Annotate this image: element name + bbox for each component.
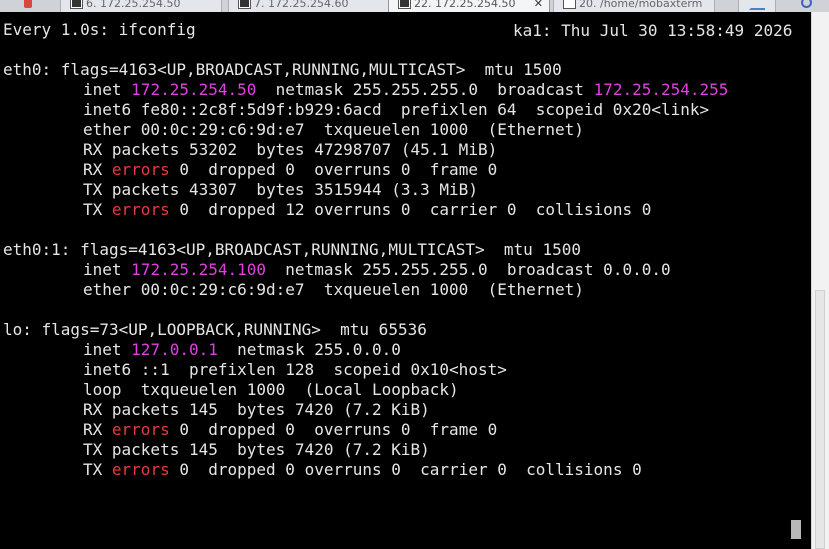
- errors-word: errors: [111, 200, 170, 219]
- eth0-broadcast-address: 172.25.254.255: [593, 80, 729, 99]
- eth0-inet6-line: inet6 fe80::2c8f:5d9f:b929:6acd prefixle…: [83, 100, 710, 119]
- rx-prefix: RX: [83, 160, 112, 179]
- lo-netmask: netmask 255.0.0.0: [217, 340, 401, 359]
- lo-inet6-line: inet6 ::1 prefixlen 128 scopeid 0x10<hos…: [83, 360, 507, 379]
- tab-label: 20. /home/mobaxterm: [579, 0, 703, 10]
- tx-error-counts: 0 dropped 12 overruns 0 carrier 0 collis…: [169, 200, 652, 219]
- eth0-ether-line: ether 00:0c:29:c6:9d:e7 txqueuelen 1000 …: [83, 120, 584, 139]
- terminal-icon: [399, 0, 410, 8]
- lo-inet-line: inet 127.0.0.1 netmask 255.0.0.0: [83, 340, 401, 360]
- errors-word: errors: [111, 460, 170, 479]
- errors-word: errors: [111, 420, 170, 439]
- rx-prefix: RX: [83, 420, 112, 439]
- eth0-inet-address: 172.25.254.50: [131, 80, 257, 99]
- rx-error-counts: 0 dropped 0 overruns 0 frame 0: [169, 420, 498, 439]
- eth0-1-ether-line: ether 00:0c:29:c6:9d:e7 txqueuelen 1000 …: [83, 280, 584, 299]
- inet-keyword: inet: [83, 80, 132, 99]
- close-tab-icon[interactable]: ✕: [534, 0, 543, 12]
- eth0-tx-packets-line: TX packets 43307 bytes 3515944 (3.3 MiB): [83, 180, 478, 199]
- eth0-rx-errors-line: RX errors 0 dropped 0 overruns 0 frame 0: [83, 160, 497, 180]
- settings-icon[interactable]: [801, 0, 812, 8]
- eth0-1-inet-line: inet 172.25.254.100 netmask 255.255.255.…: [83, 260, 671, 280]
- terminal-icon: [564, 0, 575, 8]
- errors-word: errors: [111, 160, 170, 179]
- eth0-inet-line: inet 172.25.254.50 netmask 255.255.255.0…: [83, 80, 728, 100]
- lo-rx-errors-line: RX errors 0 dropped 0 overruns 0 frame 0: [83, 420, 497, 440]
- eth0-1-netmask: netmask 255.255.255.0 broadcast 0.0.0.0: [266, 260, 671, 279]
- eth0-netmask: netmask 255.255.255.0 broadcast: [256, 80, 594, 99]
- tab-label: 7. 172.25.254.60: [254, 0, 349, 10]
- eth0-1-flags-line: eth0:1: flags=4163<UP,BROADCAST,RUNNING,…: [3, 240, 581, 259]
- eth0-flags-line: eth0: flags=4163<UP,BROADCAST,RUNNING,MU…: [3, 60, 562, 79]
- rx-error-counts: 0 dropped 0 overruns 0 frame 0: [169, 160, 498, 179]
- terminal-icon: [71, 0, 82, 8]
- lo-flags-line: lo: flags=73<UP,LOOPBACK,RUNNING> mtu 65…: [3, 320, 427, 339]
- lo-rx-packets-line: RX packets 145 bytes 7420 (7.2 KiB): [83, 400, 430, 419]
- tx-prefix: TX: [83, 200, 112, 219]
- tx-error-counts: 0 dropped 0 overruns 0 carrier 0 collisi…: [169, 460, 642, 479]
- lo-tx-packets-line: TX packets 145 bytes 7420 (7.2 KiB): [83, 440, 430, 459]
- tab-label: 22. 172.25.254.50: [414, 0, 516, 10]
- scrollbar-thumb[interactable]: [815, 290, 825, 549]
- lo-loop-line: loop txqueuelen 1000 (Local Loopback): [83, 380, 459, 399]
- tx-prefix: TX: [83, 460, 112, 479]
- terminal-icon: [239, 0, 250, 8]
- watch-host-time: ka1: Thu Jul 30 13:58:49 2026: [513, 21, 793, 40]
- tab-label: 6. 172.25.254.50: [86, 0, 181, 10]
- eth0-tx-errors-line: TX errors 0 dropped 12 overruns 0 carrie…: [83, 200, 651, 220]
- lo-tx-errors-line: TX errors 0 dropped 0 overruns 0 carrier…: [83, 460, 642, 480]
- inet-keyword: inet: [83, 260, 132, 279]
- lo-inet-address: 127.0.0.1: [131, 340, 218, 359]
- eth0-1-inet-address: 172.25.254.100: [131, 260, 267, 279]
- terminal-cursor: [791, 520, 801, 539]
- inet-keyword: inet: [83, 340, 132, 359]
- watch-header: Every 1.0s: ifconfig: [3, 20, 196, 39]
- mobaxterm-app-icon: [22, 0, 34, 8]
- vertical-scrollbar[interactable]: [811, 12, 829, 549]
- eth0-rx-packets-line: RX packets 53202 bytes 47298707 (45.1 Mi…: [83, 140, 498, 159]
- tab-session-22[interactable]: 22. 172.25.254.50 ✕: [388, 0, 550, 12]
